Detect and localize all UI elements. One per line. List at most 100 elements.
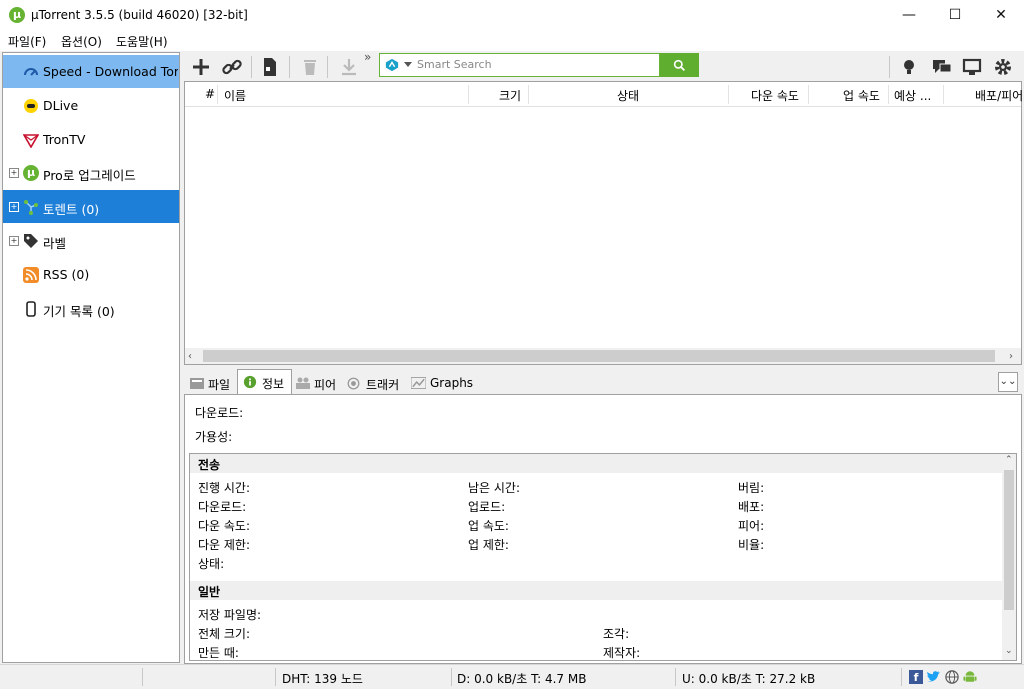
twitter-icon[interactable] [926,670,941,684]
column-divider[interactable] [943,85,944,104]
utorrent-logo-icon: µ [9,7,25,23]
dlive-icon [24,99,38,113]
transfer-section-header: 전송 [190,454,1002,473]
ratio-label: 비율: [738,538,765,552]
column-divider[interactable] [528,85,529,104]
maximize-button[interactable]: ☐ [932,0,978,31]
graph-icon [411,377,426,389]
column-name[interactable]: 이름 [224,87,246,104]
menu-options[interactable]: 옵션(O) [61,33,102,50]
sidebar: Speed - Download Torre DLive TronTV + µ … [2,52,180,663]
close-button[interactable]: ✕ [978,0,1024,31]
expand-icon[interactable]: + [9,168,19,178]
menu-file[interactable]: 파일(F) [8,33,46,50]
add-link-icon[interactable] [220,55,244,79]
column-status[interactable]: 상태 [617,87,639,104]
tab-label: 트래커 [366,378,400,392]
column-divider[interactable] [808,85,809,104]
tab-peers[interactable]: 피어 [292,371,342,395]
remote-monitor-icon[interactable] [960,55,984,79]
download-status: D: 0.0 kB/초 T: 4.7 MB [457,672,587,686]
sidebar-item-devices[interactable]: 기기 목록 (0) [3,292,179,325]
menu-help[interactable]: 도움말(H) [116,33,168,50]
lightbulb-icon[interactable] [897,55,921,79]
horizontal-scrollbar[interactable]: ‹ › [185,348,1021,364]
search-button[interactable] [660,53,699,77]
column-number[interactable]: # [205,87,215,101]
upload-status: U: 0.0 kB/초 T: 27.2 kB [682,672,816,686]
availability-label: 가용성: [195,430,233,444]
section-title: 전송 [198,458,221,472]
toolbar-separator [289,56,290,78]
scroll-left-icon[interactable]: ‹ [188,351,192,362]
rss-icon [23,267,39,283]
upload-speed-label: 업 속도: [468,519,509,533]
sidebar-item-labels[interactable]: + 라벨 [3,224,179,257]
minimize-button[interactable]: — [886,0,932,31]
chat-icon[interactable] [930,55,954,79]
column-divider[interactable] [468,85,469,104]
search-placeholder: Smart Search [417,58,492,71]
scrollbar-thumb[interactable] [1004,470,1014,610]
menu-bar: 파일(F) 옵션(O) 도움말(H) [0,31,1024,51]
search-input[interactable]: Smart Search [379,53,660,77]
sidebar-item-label: Speed - Download Torre [43,64,178,79]
tab-trackers[interactable]: 트래커 [344,371,406,395]
downloaded-label: 다운로드: [198,500,247,514]
toolbar-separator [251,56,252,78]
sidebar-item-trontv[interactable]: TronTV [3,123,179,156]
trontv-icon [23,134,39,148]
tab-label: 파일 [208,378,231,392]
tab-label: 정보 [262,377,285,391]
scroll-right-icon[interactable]: › [1009,351,1013,362]
sidebar-item-rss[interactable]: RSS (0) [3,258,179,291]
created-by-label: 제작자: [603,646,641,660]
utorrent-logo-icon: µ [23,165,39,181]
column-upload-speed[interactable]: 업 속도 [843,87,880,104]
column-divider[interactable] [728,85,729,104]
sidebar-item-label: TronTV [43,132,86,147]
sidebar-item-upgrade[interactable]: + µ Pro로 업그레이드 [3,156,179,189]
add-torrent-icon[interactable] [189,55,213,79]
tab-label: Graphs [430,376,474,390]
column-divider[interactable] [217,85,218,104]
column-seeds-peers[interactable]: 배포/피어 [975,87,1023,104]
dropdown-arrow-icon[interactable] [404,62,412,67]
toolbar-more-icon[interactable]: » [364,50,371,64]
column-download-speed[interactable]: 다운 속도 [751,87,799,104]
column-divider[interactable] [888,85,889,104]
android-icon[interactable] [963,669,977,684]
globe-icon[interactable] [945,670,959,684]
torrent-list[interactable]: # 이름 크기 상태 다운 속도 업 속도 예상 ... 배포/피어 ‹ › [184,81,1023,365]
status-label: 상태: [198,557,225,571]
download-limit-label: 다운 제한: [198,538,251,552]
status-separator [451,668,452,686]
tab-info[interactable]: 정보 [237,369,292,396]
sidebar-item-dlive[interactable]: DLive [3,89,179,122]
facebook-icon[interactable]: f [909,670,923,684]
toolbar-separator [889,56,890,78]
settings-gear-icon[interactable] [991,55,1015,79]
save-as-label: 저장 파일명: [198,608,262,622]
column-size[interactable]: 크기 [499,87,521,104]
collapse-panel-icon[interactable]: ⌄⌄ [998,372,1018,392]
sidebar-item-torrents[interactable]: + 토렌트 (0) [3,190,179,223]
column-eta[interactable]: 예상 ... [894,87,931,104]
expand-icon[interactable]: + [9,236,19,246]
create-torrent-icon[interactable] [258,55,282,79]
delete-icon[interactable] [298,55,322,79]
sidebar-item-label: 라벨 [43,236,67,251]
tab-files[interactable]: 파일 [186,371,236,395]
vertical-scrollbar[interactable]: ⌃ ⌄ [1002,454,1016,660]
info-panel: 다운로드: 가용성: 전송 진행 시간: 다운로드: 다운 속도: 다운 제한:… [184,394,1022,664]
expand-icon[interactable]: + [9,202,19,212]
search-provider-icon [385,58,399,72]
sidebar-item-speed[interactable]: Speed - Download Torre [3,55,179,88]
download-icon[interactable] [337,55,361,79]
scroll-up-icon[interactable]: ⌃ [1005,455,1013,465]
total-size-label: 전체 크기: [198,627,251,641]
scrollbar-thumb[interactable] [203,350,995,362]
status-separator [275,668,276,686]
scroll-down-icon[interactable]: ⌄ [1005,646,1013,656]
tab-graphs[interactable]: Graphs [408,371,474,395]
